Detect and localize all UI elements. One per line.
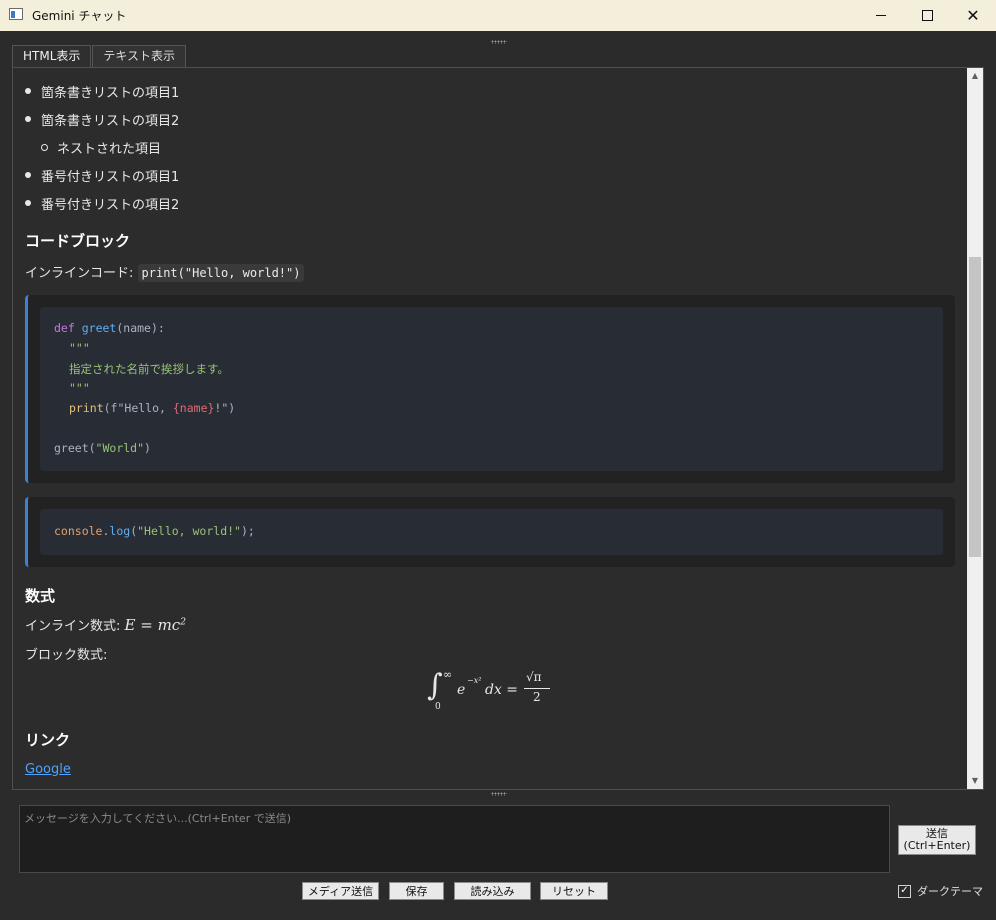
tab-text-view[interactable]: テキスト表示: [92, 45, 187, 67]
link-heading: リンク: [25, 731, 71, 749]
inline-code-paragraph: インラインコード: print("Hello, world!"): [25, 262, 305, 282]
load-button[interactable]: 読み込み: [454, 882, 531, 900]
send-button[interactable]: 送信 (Ctrl+Enter): [898, 825, 976, 855]
bullet-icon: [25, 116, 31, 122]
message-input-placeholder: メッセージを入力してください...(Ctrl+Enter で送信): [24, 812, 292, 825]
dark-theme-toggle[interactable]: ✓ ダークテーマ: [898, 883, 983, 899]
code-heading: コードブロック: [25, 232, 131, 250]
fraction-denominator: 2: [533, 690, 541, 704]
nested-bullet-icon: [41, 144, 48, 151]
javascript-code-area: console.log("Hello, world!");: [40, 509, 943, 555]
minimize-icon: [876, 15, 886, 16]
splitter-handle-bottom[interactable]: [491, 792, 507, 796]
code-line: def greet(name):: [54, 321, 165, 335]
inline-code: print("Hello, world!"): [137, 264, 305, 282]
code-line: print(f"Hello, {name}!"): [69, 401, 236, 415]
integral-sign: ∫: [427, 668, 443, 703]
save-button[interactable]: 保存: [389, 882, 444, 900]
python-code-block: def greet(name): """ 指定された名前で挨拶します。 """ …: [25, 295, 955, 483]
code-line: greet("World"): [54, 441, 151, 455]
app-window: Gemini チャット ✕ HTML表示 テキスト表示 箇条書きリストの項目1 …: [0, 0, 996, 920]
fraction-numerator: √π: [526, 670, 542, 684]
integral-upper-limit: ∞: [443, 668, 453, 681]
reset-button[interactable]: リセット: [540, 882, 608, 900]
maximize-icon: [921, 10, 933, 21]
close-button[interactable]: ✕: [950, 0, 996, 31]
math-dx: dx =: [485, 682, 519, 698]
html-view-pane: 箇条書きリストの項目1 箇条書きリストの項目2 ネストされた項目 番号付きリスト…: [12, 67, 984, 790]
title-bar: Gemini チャット ✕: [0, 0, 996, 31]
close-icon: ✕: [966, 5, 980, 25]
maximize-button[interactable]: [904, 0, 950, 31]
fraction-bar: [524, 688, 550, 689]
splitter-handle-top[interactable]: [491, 40, 507, 44]
list-item-nested: ネストされた項目: [57, 142, 162, 157]
media-send-button[interactable]: メディア送信: [302, 882, 379, 900]
scrollbar-thumb[interactable]: [969, 257, 981, 557]
block-math-label: ブロック数式:: [25, 648, 108, 663]
list-item: 箇条書きリストの項目2: [41, 114, 180, 129]
bullet-icon: [25, 172, 31, 178]
dark-theme-checkbox[interactable]: ✓: [898, 884, 911, 898]
code-line: 指定された名前で挨拶します。: [69, 362, 229, 376]
inline-math-paragraph: インライン数式: E = mc2: [25, 615, 186, 634]
inline-math-exponent: 2: [180, 617, 186, 628]
minimize-button[interactable]: [858, 0, 904, 31]
code-line: """: [69, 341, 90, 355]
content-scrollbar[interactable]: ▲ ▼: [967, 68, 983, 789]
bullet-icon: [25, 200, 31, 206]
google-link[interactable]: Google: [25, 762, 71, 777]
javascript-code-block: console.log("Hello, world!");: [25, 497, 955, 567]
block-math: ∫ ∞ 0 e −x² dx = √π 2: [425, 668, 565, 716]
window-title: Gemini チャット: [32, 9, 127, 23]
bullet-icon: [25, 88, 31, 94]
python-code-area: def greet(name): """ 指定された名前で挨拶します。 """ …: [40, 307, 943, 471]
inline-math: E = mc: [124, 616, 181, 634]
math-heading: 数式: [25, 587, 56, 605]
list-item: 箇条書きリストの項目1: [41, 86, 180, 101]
math-exponent: −x²: [467, 676, 482, 685]
integral-lower-limit: 0: [435, 702, 441, 712]
list-item: 番号付きリストの項目2: [41, 198, 180, 213]
inline-code-label: インラインコード:: [25, 266, 134, 281]
app-icon: [9, 8, 23, 20]
message-input[interactable]: メッセージを入力してください...(Ctrl+Enter で送信): [19, 805, 890, 873]
code-line: """: [69, 381, 90, 395]
code-line: console.log("Hello, world!");: [54, 524, 255, 538]
math-base: e: [457, 682, 466, 698]
scroll-down-icon[interactable]: ▼: [967, 773, 983, 789]
dark-theme-label: ダークテーマ: [917, 885, 983, 898]
tab-html-view[interactable]: HTML表示: [12, 45, 92, 68]
rendered-content: 箇条書きリストの項目1 箇条書きリストの項目2 ネストされた項目 番号付きリスト…: [13, 68, 967, 789]
send-button-shortcut: (Ctrl+Enter): [903, 839, 971, 852]
view-tabs: HTML表示 テキスト表示: [12, 45, 187, 68]
inline-math-label: インライン数式:: [25, 619, 121, 634]
scroll-up-icon[interactable]: ▲: [967, 68, 983, 84]
list-item: 番号付きリストの項目1: [41, 170, 180, 185]
